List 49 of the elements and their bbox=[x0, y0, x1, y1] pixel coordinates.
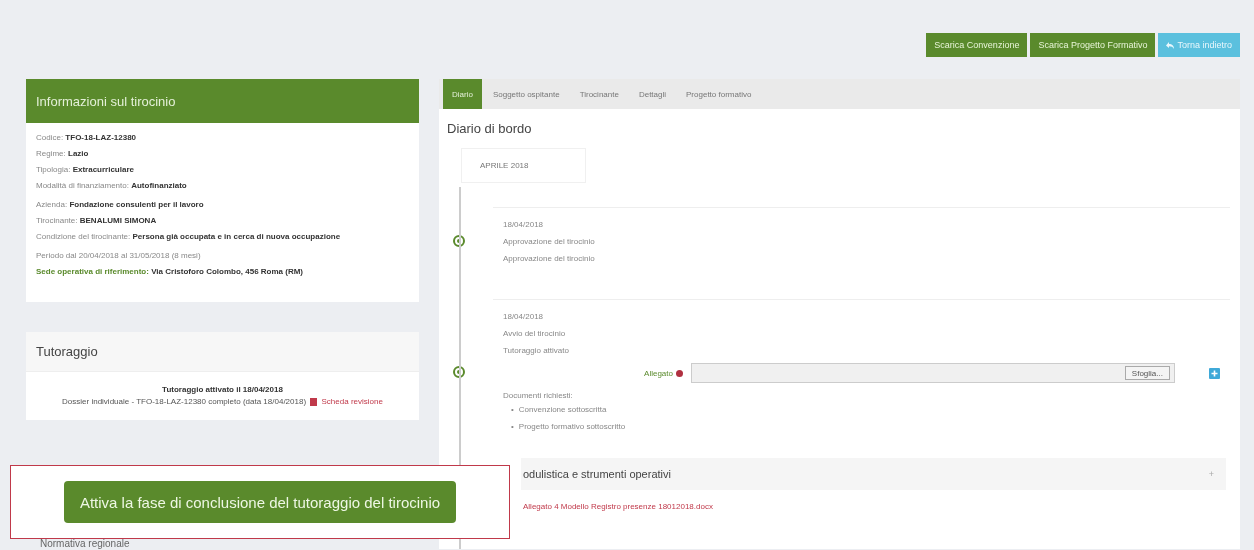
info-field: Periodo dal 20/04/2018 al 31/05/2018 (8 mesi) bbox=[36, 251, 409, 260]
info-icon bbox=[676, 369, 683, 377]
field-label: Allegato bbox=[503, 368, 683, 378]
activate-button[interactable]: Attiva la fase di conclusione del tutoraggio del tirocinio bbox=[63, 481, 457, 523]
bullet: • bbox=[511, 404, 514, 415]
status-text: Tutoraggio attivato il 18/04/2018 bbox=[161, 384, 284, 396]
timeline-dot-icon bbox=[453, 365, 465, 378]
info-field: Condizione del tirocinante: Persona già occupata e in cerca di nuova occupazione bbox=[36, 232, 409, 241]
timeline-dot-icon bbox=[453, 235, 465, 247]
entry-text: Avvio del tirocinio bbox=[503, 329, 567, 338]
pdf-icon bbox=[310, 397, 318, 406]
month-label: APRILE 2018 bbox=[461, 148, 586, 183]
entry-text: Approvazione del tirocinio bbox=[503, 254, 596, 263]
browse-button[interactable]: Sfoglia... bbox=[1124, 366, 1170, 380]
reply-icon bbox=[1166, 41, 1175, 49]
tab[interactable]: Diario bbox=[443, 79, 482, 109]
download-button[interactable]: Scarica Convenzione bbox=[926, 33, 1028, 57]
section-title: Normativa regionale bbox=[39, 538, 131, 549]
expand-toggle[interactable]: + bbox=[1208, 469, 1214, 479]
entry-text: Approvazione del tirocinio bbox=[503, 237, 596, 246]
info-field: Tirocinante: BENALUMI SIMONA bbox=[36, 216, 409, 225]
info-field: Azienda: Fondazione consulenti per il lavoro bbox=[36, 200, 409, 209]
attachment-link[interactable]: Allegato 4 Modello Registro presenze 18012018.docx bbox=[523, 502, 713, 511]
tab[interactable]: Tirocinante bbox=[570, 79, 628, 109]
dossier-text: Dossier individuale - TFO-18-LAZ-12380 completo (data 18/04/2018) bbox=[62, 397, 307, 406]
tab[interactable]: Soggetto ospitante bbox=[483, 79, 569, 109]
list-item: Convenzione sottoscritta bbox=[518, 404, 607, 415]
bullet: • bbox=[511, 421, 514, 432]
entry-text: Tutoraggio attivato bbox=[503, 346, 570, 355]
info-field: Modalità di finanziamento: Autofinanziato bbox=[36, 181, 409, 190]
info-field: Codice: TFO-18-LAZ-12380 bbox=[36, 133, 409, 142]
list-item: Progetto formativo sottoscritto bbox=[518, 421, 626, 432]
download-button[interactable]: Scarica Progetto Formativo bbox=[1030, 33, 1156, 57]
entry-date: 18/04/2018 bbox=[503, 220, 545, 229]
section-title: odulistica e strumenti operativi bbox=[523, 468, 671, 480]
revision-link[interactable]: Scheda revisione bbox=[321, 397, 383, 406]
info-field: Sede operativa di riferimento: Via Cristoforo Colombo, 456 Roma (RM) bbox=[36, 267, 409, 276]
tab[interactable]: Dettagli bbox=[629, 79, 676, 109]
accordion-header[interactable]: odulistica e strumenti operativi + bbox=[521, 458, 1226, 490]
panel-header: Informazioni sul tirocinio bbox=[26, 79, 419, 123]
info-field: Regime: Lazio bbox=[36, 149, 409, 158]
info-field: Tipologia: Extracurriculare bbox=[36, 165, 409, 174]
tab[interactable]: Progetto formativo bbox=[677, 79, 761, 109]
section-title: Diario di bordo bbox=[446, 120, 533, 138]
entry-date: 18/04/2018 bbox=[503, 312, 545, 321]
file-input[interactable]: Sfoglia... bbox=[691, 363, 1175, 383]
panel-header: Tutoraggio bbox=[26, 332, 419, 372]
entry-text: Documenti richiesti: bbox=[503, 391, 573, 400]
add-icon[interactable] bbox=[1209, 367, 1220, 379]
